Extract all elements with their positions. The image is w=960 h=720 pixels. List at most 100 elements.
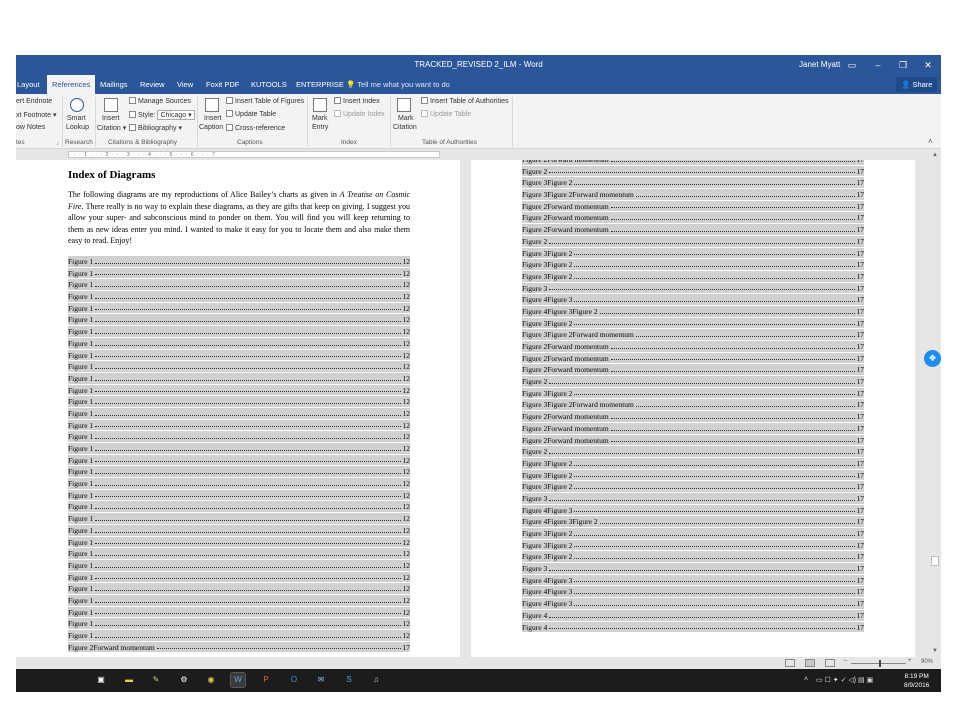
toc-entry[interactable]: Figure 1 12 (68, 431, 410, 443)
toc-entry[interactable]: Figure 2 17 (522, 165, 864, 178)
collapse-ribbon-icon[interactable]: ˄ (928, 137, 933, 146)
zoom-out-icon[interactable]: – (844, 658, 847, 664)
toc-entry[interactable]: Figure 3Figure 2 17 (522, 528, 864, 540)
bibliography-button[interactable]: Bibliography ▾ (129, 124, 182, 132)
toc-entry[interactable]: Figure 1 12 (68, 302, 410, 315)
toc-entry[interactable]: Figure 1 12 (68, 478, 410, 490)
update-index-button[interactable]: Update Index (334, 110, 385, 118)
settings-gear-icon[interactable]: ⚙ (177, 673, 191, 687)
tab-foxit-pdf[interactable]: Foxit PDF (201, 75, 244, 94)
mark-citation-label-2[interactable]: Citation (393, 124, 417, 131)
ruler-scale[interactable]: · · · 1 · · · 2 · · · 3 · · · 4 · · · 5 … (68, 151, 440, 158)
tab-references[interactable]: References (47, 75, 96, 94)
toc-entry[interactable]: Figure 3Figure 2 17 (522, 247, 864, 260)
user-name[interactable]: Janet Myatt (799, 60, 840, 69)
smart-lookup-label-1[interactable]: Smart (67, 115, 86, 122)
mail-app-icon[interactable]: ✉ (314, 673, 328, 687)
show-notes-button[interactable]: ow Notes (16, 124, 45, 131)
toc-entry[interactable]: Figure 1 12 (68, 349, 410, 362)
toc-entry[interactable]: Figure 1 12 (68, 513, 410, 525)
toc-entry[interactable]: Figure 1 12 (68, 630, 410, 642)
toc-entry[interactable]: Figure 1 12 (68, 314, 410, 327)
toc-entry[interactable]: Figure 1 12 (68, 419, 410, 432)
share-button[interactable]: 👤 Share (896, 77, 938, 92)
insert-index-button[interactable]: Insert Index (334, 97, 380, 105)
zoom-level[interactable]: 90% (921, 659, 933, 665)
toc-entry[interactable]: Figure 1 12 (68, 361, 410, 373)
toc-entry[interactable]: Figure 1 12 (68, 489, 410, 502)
toc-entry[interactable]: Figure 1 12 (68, 337, 410, 350)
next-footnote-button[interactable]: xt Footnote ▾ (16, 111, 57, 119)
dialog-launcher-icon[interactable]: ⌟ (56, 139, 59, 146)
insert-caption-icon[interactable] (205, 98, 219, 112)
toc-entry[interactable]: Figure 2Forward momentum 17 (522, 212, 864, 225)
toc-entry[interactable]: Figure 4Figure 3 17 (522, 586, 864, 599)
toc-entry[interactable]: Figure 3Figure 2Forward momentum 17 (522, 329, 864, 341)
outlook-icon[interactable]: O (287, 673, 301, 687)
style-dropdown[interactable]: Chicago ▾ (157, 110, 195, 120)
insert-citation-label-1[interactable]: Insert (102, 115, 120, 122)
toc-entry[interactable]: Figure 3Figure 2 17 (522, 539, 864, 552)
tray-chevron-icon[interactable]: ˄ (804, 676, 808, 683)
toc-entry[interactable]: Figure 4Figure 3 17 (522, 574, 864, 587)
toc-entry[interactable]: Figure 3Figure 2 17 (522, 270, 864, 283)
notes-app-icon[interactable]: ✎ (149, 673, 163, 687)
document-page-left[interactable]: Index of Diagrams The following diagrams… (16, 160, 460, 657)
toc-entry[interactable]: Figure 1 12 (68, 548, 410, 560)
toc-entry[interactable]: Figure 3 17 (522, 563, 864, 575)
file-explorer-icon[interactable]: ▬ (122, 673, 136, 687)
toc-entry[interactable]: Figure 4 17 (522, 609, 864, 622)
insert-endnote-button[interactable]: ert Endnote (16, 98, 52, 105)
toc-entry[interactable]: Figure 1 12 (68, 384, 410, 397)
toc-entry[interactable]: Figure 3Figure 2 17 (522, 317, 864, 330)
toc-entry[interactable]: Figure 1 12 (68, 559, 410, 572)
insert-caption-label-2[interactable]: Caption (199, 124, 223, 131)
taskbar-clock[interactable]: 8:19 PM 8/9/2016 (904, 672, 929, 690)
toc-entry[interactable]: Figure 1 12 (68, 407, 410, 420)
toc-entry[interactable]: Figure 3Figure 2 17 (522, 469, 864, 482)
zoom-in-icon[interactable]: + (908, 658, 912, 664)
toc-entry[interactable]: Figure 3Figure 2Forward momentum 17 (522, 399, 864, 412)
tab-review[interactable]: Review (135, 75, 170, 94)
toc-entry[interactable]: Figure 1 12 (68, 594, 410, 607)
toc-entry[interactable]: Figure 1 12 (68, 501, 410, 514)
mark-citation-icon[interactable] (397, 98, 411, 112)
toc-entry[interactable]: Figure 1 12 (68, 291, 410, 303)
toc-entry[interactable]: Figure 1 12 (68, 279, 410, 292)
powerpoint-icon[interactable]: P (259, 673, 273, 687)
toc-entry[interactable]: Figure 4Figure 3 17 (522, 294, 864, 306)
toc-entry[interactable]: Figure 1 12 (68, 443, 410, 455)
toc-entry[interactable]: Figure 1 12 (68, 524, 410, 537)
dropbox-icon[interactable]: ❖ (924, 350, 941, 367)
toc-entry[interactable]: Figure 1 12 (68, 326, 410, 338)
vertical-scrollbar[interactable]: ▲ ▼ (929, 150, 941, 657)
toc-entry[interactable]: Figure 1 12 (68, 466, 410, 479)
document-page-right[interactable]: Figure 2Forward momentum17Figure 217Figu… (471, 160, 915, 657)
insert-caption-label-1[interactable]: Insert (204, 115, 222, 122)
smart-lookup-label-2[interactable]: Lookup (66, 124, 89, 131)
toc-entry[interactable]: Figure 4 17 (522, 621, 864, 634)
toc-entry[interactable]: Figure 4Figure 3 17 (522, 598, 864, 610)
tab-layout[interactable]: Layout (16, 75, 45, 94)
chrome-icon[interactable]: ◉ (204, 673, 218, 687)
tab-mailings[interactable]: Mailings (95, 75, 133, 94)
skype-icon[interactable]: S (342, 673, 356, 687)
zoom-slider[interactable] (851, 660, 906, 667)
toc-entry[interactable]: Figure 3 17 (522, 492, 864, 505)
insert-citation-icon[interactable] (104, 98, 118, 112)
toc-entry[interactable]: Figure 1 12 (68, 571, 410, 584)
toc-entry[interactable]: Figure 2Forward momentum 17 (522, 422, 864, 435)
toc-entry[interactable]: Figure 2Forward momentum 17 (522, 200, 864, 213)
tell-me-box[interactable]: 💡 Tell me what you want to do (346, 75, 450, 94)
tab-kutools[interactable]: KUTOOLS (246, 75, 292, 94)
toc-entry[interactable]: Figure 3Figure 2 17 (522, 177, 864, 190)
restore-icon[interactable]: ❐ (896, 58, 910, 72)
toc-entry[interactable]: Figure 2Forward momentum 17 (522, 364, 864, 377)
ribbon-display-icon[interactable]: ▭ (845, 58, 859, 72)
close-icon[interactable]: ✕ (921, 58, 935, 72)
toc-entry[interactable]: Figure 3Figure 2 17 (522, 481, 864, 493)
toc-entry[interactable]: Figure 2 17 (522, 446, 864, 458)
insert-table-of-figures-button[interactable]: Insert Table of Figures (226, 97, 304, 105)
mark-entry-label-1[interactable]: Mark (312, 115, 328, 122)
read-mode-icon[interactable] (785, 659, 795, 667)
